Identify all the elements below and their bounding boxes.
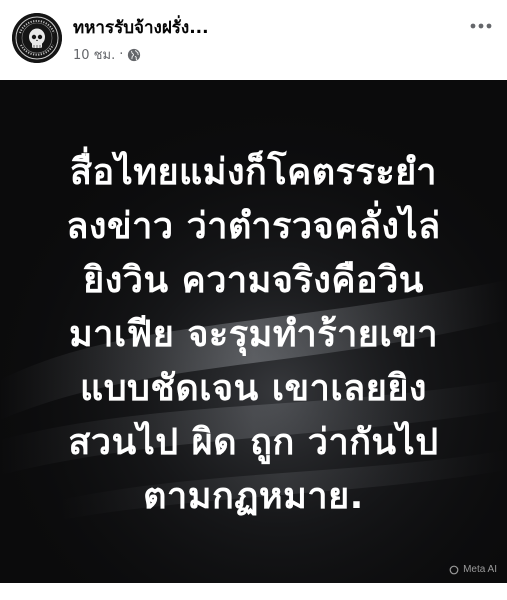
post-meta: 10 ชม. · (73, 44, 141, 65)
more-options-button[interactable] (465, 10, 497, 42)
post-text-line: สวนไป ผิด ถูก ว่ากันไป (68, 422, 439, 463)
page-avatar[interactable] (12, 13, 62, 63)
more-options-icon (470, 23, 492, 29)
post-text-line: ยิงวิน ความจริงคือวิน (83, 260, 424, 301)
meta-ai-ring-icon (449, 565, 459, 574)
post-footer (0, 583, 507, 600)
skull-logo-icon (12, 13, 62, 63)
post-text-line: สื่อไทยแม่งก็โคตรระยำ (70, 152, 437, 193)
post-text: สื่อไทยแม่งก็โคตรระยำ ลงข่าว ว่าตำรวจคลั… (0, 146, 507, 524)
watermark-label: Meta AI (463, 564, 497, 575)
post-image[interactable]: สื่อไทยแม่งก็โคตรระยำ ลงข่าว ว่าตำรวจคลั… (0, 80, 507, 583)
post-text-line: ตามกฏหมาย. (143, 476, 364, 517)
meta-ai-watermark: Meta AI (449, 564, 497, 575)
page-name[interactable]: ทหารรับจ้างฝรั่ง... (73, 14, 209, 41)
meta-separator: · (119, 47, 124, 62)
post-text-line: ลงข่าว ว่าตำรวจคลั่งไล่ (66, 206, 441, 247)
post-text-line: มาเฟีย จะรุมทำร้ายเขา (68, 314, 439, 355)
globe-icon[interactable] (127, 48, 141, 62)
post-time[interactable]: 10 ชม. (73, 44, 115, 65)
post-text-line: แบบชัดเจน เขาเลยยิง (79, 368, 428, 409)
post-header: ทหารรับจ้างฝรั่ง... 10 ชม. · (0, 0, 507, 80)
